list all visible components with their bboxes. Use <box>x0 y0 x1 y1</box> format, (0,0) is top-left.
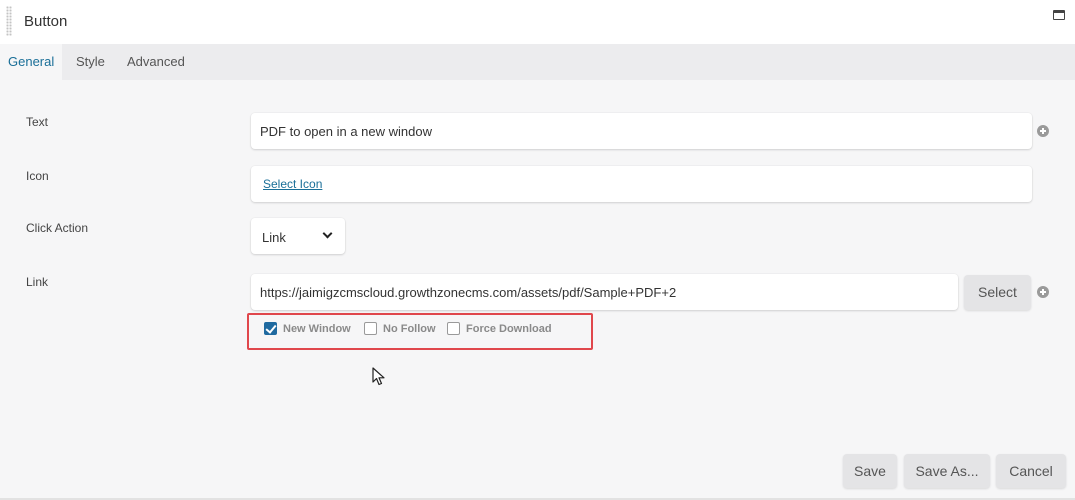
new-window-label: New Window <box>283 323 351 335</box>
text-input[interactable]: PDF to open in a new window <box>251 113 1032 149</box>
cancel-button[interactable]: Cancel <box>996 454 1066 488</box>
mouse-cursor-icon <box>372 367 385 386</box>
tab-general[interactable]: General <box>0 44 63 80</box>
title-bar: Button <box>0 0 1075 44</box>
force-download-checkbox[interactable] <box>447 322 460 335</box>
new-window-checkbox[interactable] <box>264 322 277 335</box>
no-follow-checkbox[interactable] <box>364 322 377 335</box>
chevron-down-icon <box>322 228 333 239</box>
tab-advanced[interactable]: Advanced <box>119 44 193 80</box>
click-action-label: Click Action <box>26 221 89 235</box>
link-label: Link <box>26 275 49 289</box>
link-input-value: https://jaimigzcmscloud.growthzonecms.co… <box>260 285 677 300</box>
window-title: Button <box>24 13 68 30</box>
add-text-icon[interactable] <box>1037 125 1049 137</box>
save-button[interactable]: Save <box>843 454 897 488</box>
select-link-button[interactable]: Select <box>964 275 1031 310</box>
link-input[interactable]: https://jaimigzcmscloud.growthzonecms.co… <box>251 274 958 310</box>
click-action-value: Link <box>262 230 286 245</box>
tab-style[interactable]: Style <box>68 44 113 80</box>
add-link-icon[interactable] <box>1037 286 1049 298</box>
icon-label: Icon <box>26 169 49 183</box>
drag-handle-icon[interactable] <box>6 6 12 36</box>
text-input-value: PDF to open in a new window <box>260 124 432 139</box>
save-as-button[interactable]: Save As... <box>904 454 990 488</box>
select-icon-link[interactable]: Select Icon <box>263 177 322 191</box>
click-action-select[interactable]: Link <box>251 218 345 254</box>
tab-bar: General Style Advanced <box>0 44 1075 80</box>
no-follow-label: No Follow <box>383 323 436 335</box>
icon-field: Select Icon <box>251 166 1032 202</box>
maximize-icon[interactable] <box>1053 10 1065 20</box>
text-label: Text <box>26 115 49 129</box>
force-download-label: Force Download <box>466 323 552 335</box>
